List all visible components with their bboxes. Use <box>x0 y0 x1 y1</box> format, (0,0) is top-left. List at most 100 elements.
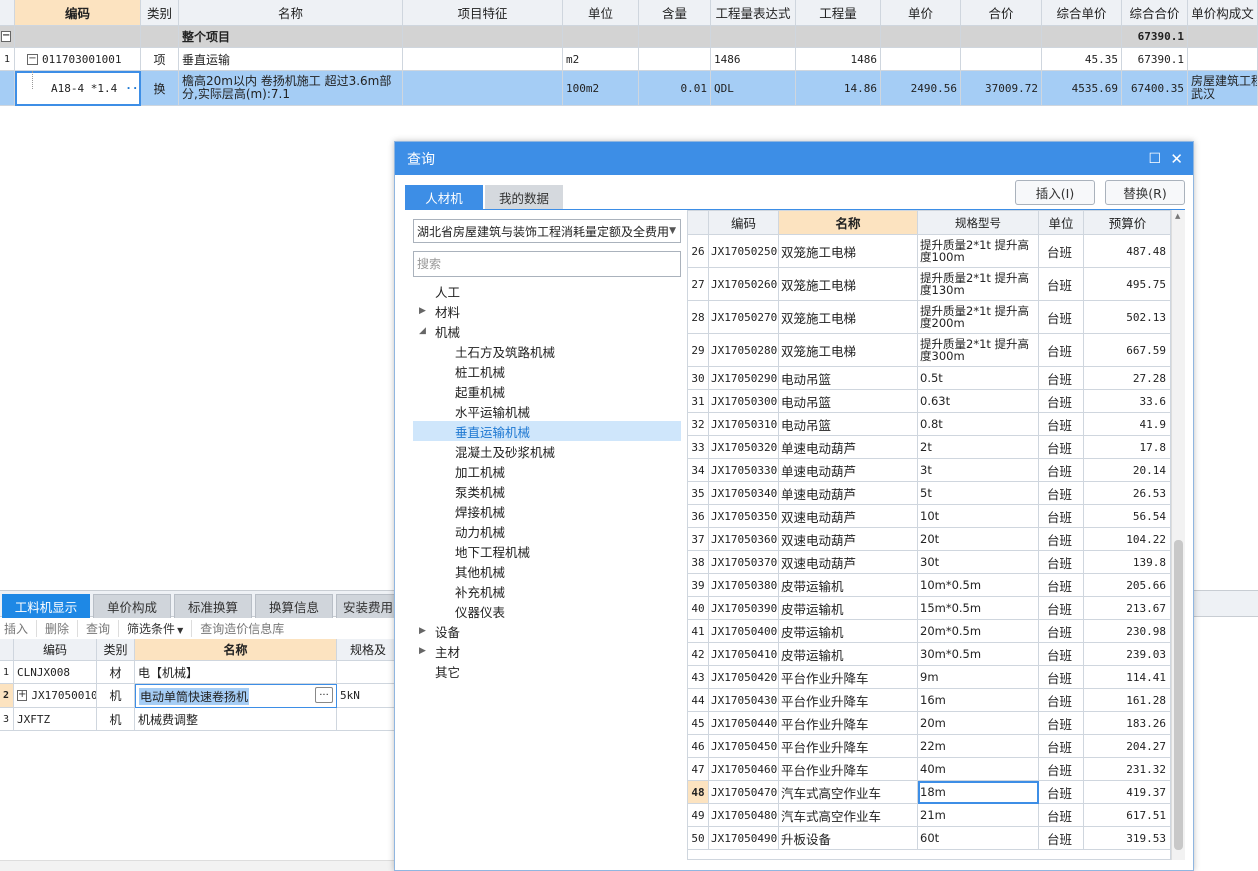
summary-row[interactable]: − 整个项目 67390.1 <box>0 26 1258 48</box>
row-name[interactable]: 垂直运输 <box>179 48 403 71</box>
table-row-selected[interactable]: A18-4 *1.4 ··· 换 檐高20m以内 卷扬机施工 超过3.6m部 分… <box>0 71 1258 106</box>
dialog-titlebar[interactable]: 查询 ☐ ✕ <box>395 142 1193 175</box>
tree-item[interactable]: 其它 <box>413 661 681 681</box>
table-row[interactable]: 45 JX17050440 平台作业升降车 20m 台班 183.26 <box>688 712 1170 735</box>
col-header-code[interactable]: 编码 <box>15 0 141 26</box>
search-input[interactable] <box>413 251 681 277</box>
tab-standard-conversion[interactable]: 标准换算 <box>174 594 252 618</box>
table-row[interactable]: 1 CLNJX008 材 电【机械】 <box>0 661 400 684</box>
table-row[interactable]: 39 JX17050380 皮带运输机 10m*0.5m 台班 205.66 <box>688 574 1170 597</box>
col-header-qty[interactable]: 工程量 <box>796 0 881 26</box>
table-row-selected[interactable]: 2 + JX17050010 机 电动单筒快速卷扬机 ··· 5kN <box>0 684 400 708</box>
table-row[interactable]: 27 JX17050260 双笼施工电梯 提升质量2*1t 提升高度130m 台班 495… <box>688 268 1170 301</box>
col-header-code[interactable]: 编码 <box>14 639 97 661</box>
col-header-name[interactable]: 名称 <box>779 211 918 235</box>
col-header-name[interactable]: 名称 <box>135 639 337 661</box>
insert-button[interactable]: 插入 <box>4 619 38 637</box>
table-row[interactable]: 31 JX17050300 电动吊篮 0.63t 台班 33.6 <box>688 390 1170 413</box>
table-row[interactable]: 49 JX17050480 汽车式高空作业车 21m 台班 617.51 <box>688 804 1170 827</box>
collapse-arrow-icon[interactable]: ◢ <box>419 326 426 336</box>
table-row[interactable]: 47 JX17050460 平台作业升降车 40m 台班 231.32 <box>688 758 1170 781</box>
tree-item[interactable]: 其他机械 <box>413 561 681 581</box>
table-row[interactable]: 43 JX17050420 平台作业升降车 9m 台班 114.41 <box>688 666 1170 689</box>
expand-arrow-icon[interactable]: ▶ <box>419 626 426 636</box>
col-header-price[interactable]: 预算价 <box>1084 211 1170 235</box>
col-header-unit-price[interactable]: 综合单价 <box>1042 0 1122 26</box>
tree-item[interactable]: 仪器仪表 <box>413 601 681 621</box>
tree-item[interactable]: 垂直运输机械 <box>413 421 681 441</box>
expand-icon[interactable]: + <box>17 690 28 701</box>
vertical-scrollbar[interactable]: ▲ <box>1171 210 1185 860</box>
col-header-spec[interactable]: 规格及 <box>337 639 400 661</box>
col-header-type[interactable]: 类别 <box>141 0 179 26</box>
tree-item[interactable]: 桩工机械 <box>413 361 681 381</box>
col-header-composition[interactable]: 单价构成文 <box>1188 0 1258 26</box>
tree-item[interactable]: 动力机械 <box>413 521 681 541</box>
table-row[interactable]: 3 JXFTZ 机 机械费调整 <box>0 708 400 731</box>
expand-arrow-icon[interactable]: ▶ <box>419 646 426 656</box>
row-expr[interactable]: QDL <box>711 71 796 106</box>
table-row[interactable]: 37 JX17050360 双速电动葫芦 20t 台班 104.22 <box>688 528 1170 551</box>
table-row[interactable]: 36 JX17050350 双速电动葫芦 10t 台班 56.54 <box>688 505 1170 528</box>
horizontal-scrollbar[interactable] <box>0 860 400 871</box>
filter-dropdown[interactable]: 筛选条件 ▼ <box>119 619 193 637</box>
col-header-type[interactable]: 类别 <box>97 639 135 661</box>
tree-item[interactable]: 地下工程机械 <box>413 541 681 561</box>
scroll-up-icon[interactable]: ▲ <box>1175 212 1180 220</box>
tree-item[interactable]: 加工机械 <box>413 461 681 481</box>
expand-arrow-icon[interactable]: ▶ <box>419 306 426 316</box>
table-row[interactable]: 48 JX17050470 汽车式高空作业车 18m 台班 419.37 <box>688 781 1170 804</box>
tab-price-composition[interactable]: 单价构成 <box>93 594 171 618</box>
replace-button[interactable]: 替换(R) <box>1105 180 1185 205</box>
table-row[interactable]: 44 JX17050430 平台作业升降车 16m 台班 161.28 <box>688 689 1170 712</box>
tree-item[interactable]: 补充机械 <box>413 581 681 601</box>
col-header-code[interactable]: 编码 <box>709 211 779 235</box>
row-name[interactable]: 檐高20m以内 卷扬机施工 超过3.6m部 分,实际层高(m):7.1 <box>179 71 403 106</box>
tab-install-fee[interactable]: 安装费用 <box>336 594 400 618</box>
col-header-unit[interactable]: 单位 <box>563 0 639 26</box>
table-row[interactable]: 30 JX17050290 电动吊篮 0.5t 台班 27.28 <box>688 367 1170 390</box>
delete-button[interactable]: 删除 <box>37 619 79 637</box>
table-row[interactable]: 41 JX17050400 皮带运输机 20m*0.5m 台班 230.98 <box>688 620 1170 643</box>
tree-item[interactable]: ◢ 机械 <box>413 321 681 341</box>
row-expr[interactable]: 1486 <box>711 48 796 71</box>
row-content[interactable]: 0.01 <box>639 71 711 106</box>
row-feature[interactable] <box>403 48 563 71</box>
tab-material-display[interactable]: 工料机显示 <box>2 594 90 618</box>
query-price-db-button[interactable]: 查询造价信息库 <box>192 620 292 637</box>
table-row[interactable]: 33 JX17050320 单速电动葫芦 2t 台班 17.8 <box>688 436 1170 459</box>
collapse-icon[interactable]: − <box>1 31 12 42</box>
col-header-expr[interactable]: 工程量表达式 <box>711 0 796 26</box>
table-row[interactable]: 38 JX17050370 双速电动葫芦 30t 台班 139.8 <box>688 551 1170 574</box>
tree-item[interactable]: 泵类机械 <box>413 481 681 501</box>
table-row[interactable]: 42 JX17050410 皮带运输机 30m*0.5m 台班 239.03 <box>688 643 1170 666</box>
tree-item[interactable]: 水平运输机械 <box>413 401 681 421</box>
col-header-content[interactable]: 含量 <box>639 0 711 26</box>
table-row[interactable]: 28 JX17050270 双笼施工电梯 提升质量2*1t 提升高度200m 台班 502… <box>688 301 1170 334</box>
table-row[interactable]: 40 JX17050390 皮带运输机 15m*0.5m 台班 213.67 <box>688 597 1170 620</box>
maximize-icon[interactable]: ☐ <box>1148 151 1161 167</box>
table-row[interactable]: 32 JX17050310 电动吊篮 0.8t 台班 41.9 <box>688 413 1170 436</box>
tab-labor-material-machine[interactable]: 人材机 <box>405 185 483 209</box>
more-icon[interactable]: ··· <box>125 82 139 95</box>
col-header-name[interactable]: 名称 <box>179 0 403 26</box>
col-header-feature[interactable]: 项目特征 <box>403 0 563 26</box>
tab-conversion-info[interactable]: 换算信息 <box>255 594 333 618</box>
table-row[interactable]: 26 JX17050250 双笼施工电梯 提升质量2*1t 提升高度100m 台班 487… <box>688 235 1170 268</box>
col-header-amount[interactable]: 合价 <box>961 0 1042 26</box>
table-row[interactable]: 46 JX17050450 平台作业升降车 22m 台班 204.27 <box>688 735 1170 758</box>
insert-button[interactable]: 插入(I) <box>1015 180 1095 205</box>
tree-item[interactable]: 起重机械 <box>413 381 681 401</box>
table-row[interactable]: 35 JX17050340 单速电动葫芦 5t 台班 26.53 <box>688 482 1170 505</box>
collapse-icon[interactable]: − <box>27 53 38 65</box>
tree-item[interactable]: 人工 <box>413 281 681 301</box>
scrollbar-thumb[interactable] <box>1174 540 1183 850</box>
tree-item[interactable]: ▶ 设备 <box>413 621 681 641</box>
tab-my-data[interactable]: 我的数据 <box>485 185 563 209</box>
more-icon[interactable]: ··· <box>315 687 333 703</box>
close-icon[interactable]: ✕ <box>1170 150 1183 168</box>
table-row[interactable]: 50 JX17050490 升板设备 60t 台班 319.53 <box>688 827 1170 850</box>
col-header-unit[interactable]: 单位 <box>1039 211 1084 235</box>
col-header-total[interactable]: 综合合价 <box>1122 0 1188 26</box>
tree-item[interactable]: ▶ 主材 <box>413 641 681 661</box>
